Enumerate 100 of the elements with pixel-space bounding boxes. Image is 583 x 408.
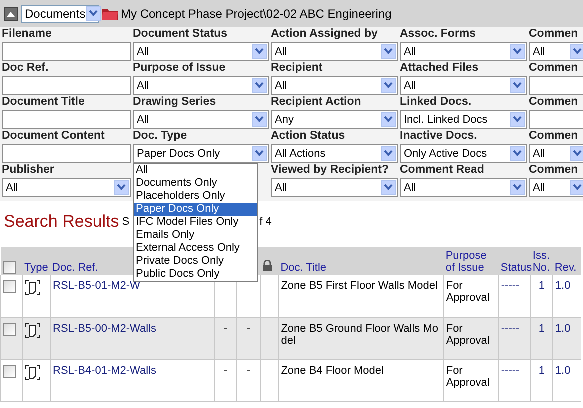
column-header[interactable]: Purpose of Issue — [444, 247, 499, 275]
status-link[interactable]: ----- — [501, 364, 520, 376]
select-field[interactable]: All — [529, 178, 583, 197]
chevron-down-icon — [513, 48, 522, 55]
table-cell: For Approval — [444, 359, 499, 401]
chevron-down-icon — [255, 82, 264, 89]
chevron-down-icon — [117, 184, 126, 191]
chevron-down-icon — [384, 184, 393, 191]
select-field[interactable]: All — [529, 144, 583, 163]
text-field[interactable] — [2, 42, 131, 61]
table-cell: Zone B5 Ground Floor Walls Model — [278, 317, 444, 359]
row-checkbox[interactable] — [3, 322, 16, 336]
table-cell: 1 — [538, 364, 545, 376]
table-cell: For Approval — [444, 317, 499, 359]
table-cell: 1 — [538, 322, 545, 334]
select-field[interactable]: All — [271, 178, 398, 197]
select-field[interactable]: Only Active Docs — [400, 144, 527, 163]
column-header[interactable]: Type — [22, 247, 51, 275]
chevron-down-icon — [384, 48, 393, 55]
table-cell: - — [214, 317, 237, 359]
select-field[interactable]: All — [2, 178, 131, 197]
folder-icon — [102, 7, 118, 20]
doc-ref-link[interactable]: RSL-B5-00-M2-Walls — [53, 322, 157, 334]
filter-label: Comment Read — [400, 164, 486, 178]
column-header[interactable]: Iss. No. — [530, 247, 553, 275]
column-header[interactable]: Status — [498, 247, 531, 275]
select-field[interactable]: All — [529, 42, 583, 61]
paper-document-icon — [25, 322, 42, 338]
table-cell: - — [236, 317, 261, 359]
table-cell: Zone B4 Floor Model — [278, 359, 444, 401]
filter-label: Document Content — [2, 130, 106, 144]
select-field[interactable]: All — [133, 42, 269, 61]
chevron-down-icon — [513, 116, 522, 123]
filter-label: Filename — [2, 28, 53, 42]
doc-ref-link[interactable]: RSL-B5-01-M2-W — [53, 280, 140, 292]
text-field[interactable] — [529, 110, 583, 129]
column-header[interactable]: Rev. — [552, 247, 581, 275]
chevron-down-icon — [384, 150, 393, 157]
table-cell: 1.0 — [555, 322, 571, 334]
chevron-down-icon — [573, 150, 582, 157]
select-field[interactable]: All — [400, 42, 527, 61]
results-summary: S — [122, 216, 130, 228]
filter-label: Commen — [529, 96, 580, 110]
chevron-down-icon — [384, 82, 393, 89]
chevron-down-icon — [573, 184, 582, 191]
filter-label: Commen — [529, 130, 580, 144]
chevron-down-icon — [513, 150, 522, 157]
filter-label: Doc Ref. — [2, 62, 50, 76]
filter-label: Inactive Docs. — [400, 130, 478, 144]
chevron-down-icon — [573, 48, 582, 55]
paper-document-icon — [25, 280, 42, 296]
filter-label: Action Assigned by — [271, 28, 379, 42]
table-cell: - — [236, 359, 261, 401]
filter-label: Assoc. Forms — [400, 28, 478, 42]
text-field[interactable] — [529, 76, 583, 95]
filter-label: Publisher — [2, 164, 56, 178]
status-link[interactable]: ----- — [501, 280, 520, 292]
text-field[interactable] — [2, 110, 131, 129]
filter-label: Commen — [529, 164, 580, 178]
chevron-down-icon — [88, 10, 98, 17]
lock-icon — [262, 260, 272, 271]
paper-document-icon — [25, 364, 42, 380]
select-field[interactable]: All — [400, 178, 527, 197]
select-field[interactable]: All — [271, 42, 398, 61]
chevron-down-icon — [513, 184, 522, 191]
table-cell: - — [214, 359, 237, 401]
chevron-down-icon — [255, 48, 264, 55]
dropdown-option[interactable]: Paper Docs Only — [134, 203, 257, 216]
text-field[interactable] — [2, 76, 131, 95]
select-field[interactable]: All — [133, 110, 269, 129]
filter-label: Recipient Action — [271, 96, 362, 110]
filter-label: Document Title — [2, 96, 86, 110]
filter-label: Attached Files — [400, 62, 480, 76]
column-header[interactable]: Doc. Title — [278, 247, 444, 275]
chevron-down-icon — [384, 116, 393, 123]
status-link[interactable]: ----- — [501, 322, 520, 334]
filter-label: Doc. Type — [133, 130, 188, 144]
select-field[interactable]: All — [400, 76, 527, 95]
row-checkbox[interactable] — [3, 280, 16, 293]
filter-label: Viewed by Recipient? — [271, 164, 390, 178]
table-cell: 1.0 — [555, 280, 571, 292]
select-field[interactable]: All — [271, 76, 398, 95]
text-field[interactable] — [2, 144, 131, 163]
table-cell: 1.0 — [555, 364, 571, 376]
view-select[interactable]: Documents — [21, 4, 99, 22]
select-field[interactable]: Paper Docs Only — [133, 144, 269, 163]
filter-label: Action Status — [271, 130, 346, 144]
chevron-down-icon — [513, 82, 522, 89]
select-all-checkbox[interactable] — [2, 261, 16, 274]
select-field[interactable]: All Actions — [271, 144, 398, 163]
table-cell: 1 — [538, 280, 545, 292]
select-field[interactable]: Incl. Linked Docs — [400, 110, 527, 129]
row-checkbox[interactable] — [3, 364, 16, 378]
chevron-down-icon — [255, 150, 264, 157]
select-field[interactable]: All — [133, 76, 269, 95]
collapse-icon[interactable] — [4, 6, 18, 20]
project-path: My Concept Phase Project\02-02 ABC Engineering — [121, 6, 392, 20]
filter-label: Purpose of Issue — [133, 62, 227, 76]
select-field[interactable]: Any — [271, 110, 398, 129]
doc-ref-link[interactable]: RSL-B4-01-M2-Walls — [53, 364, 157, 376]
